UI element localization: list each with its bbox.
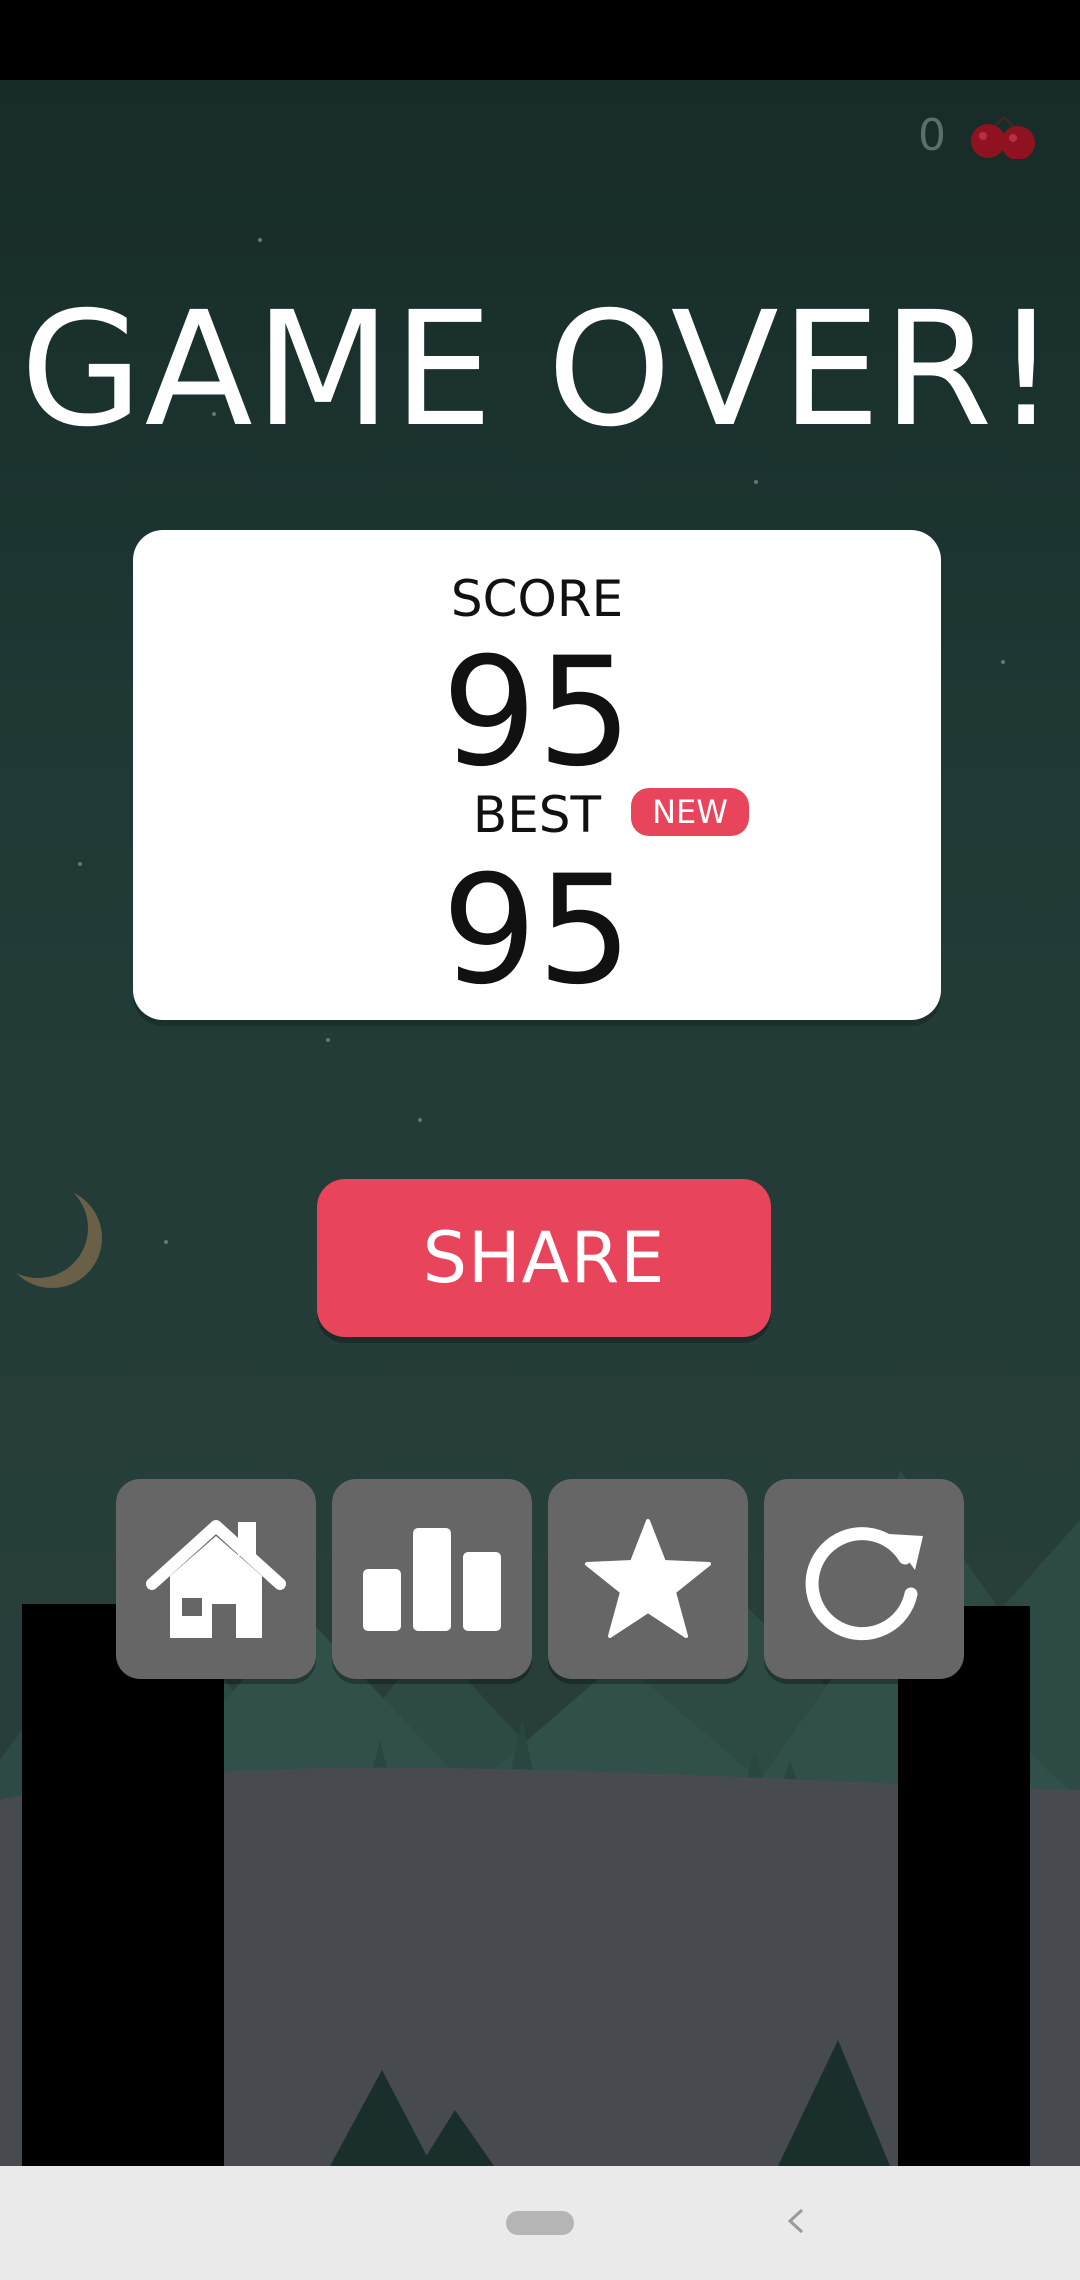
left-pillar: [22, 1604, 224, 2166]
home-icon: [146, 1520, 286, 1638]
star-dot: [754, 480, 758, 484]
status-bar: [0, 0, 1080, 80]
bar-chart-icon: [363, 1528, 501, 1631]
restart-button[interactable]: [764, 1479, 964, 1679]
best-row: BEST: [133, 786, 941, 844]
home-button[interactable]: [116, 1479, 316, 1679]
system-navigation-bar: [0, 2166, 1080, 2280]
new-badge: NEW: [631, 788, 749, 836]
share-button[interactable]: SHARE: [317, 1179, 771, 1337]
home-gesture-pill[interactable]: [506, 2211, 574, 2235]
best-label: BEST: [472, 786, 602, 844]
back-chevron-icon[interactable]: [780, 2196, 810, 2246]
leaderboard-button[interactable]: [332, 1479, 532, 1679]
star-dot: [78, 862, 82, 866]
cherry-count: 0: [918, 110, 946, 161]
score-card: SCORE 95 BEST NEW 95: [133, 530, 941, 1020]
right-pillar: [898, 1606, 1030, 2166]
star-dot: [326, 1038, 330, 1042]
star-dot: [418, 1118, 422, 1122]
rate-button[interactable]: [548, 1479, 748, 1679]
game-over-title: GAME OVER!: [20, 278, 1060, 462]
star-icon: [585, 1519, 711, 1638]
score-value: 95: [441, 626, 633, 800]
star-dot: [1001, 660, 1005, 664]
score-label: SCORE: [450, 570, 624, 628]
cherry-icon: [971, 115, 1035, 159]
best-value: 95: [441, 844, 633, 1018]
cherry-counter: 0: [918, 110, 1040, 161]
star-dot: [258, 238, 262, 242]
restart-icon: [805, 1527, 923, 1641]
